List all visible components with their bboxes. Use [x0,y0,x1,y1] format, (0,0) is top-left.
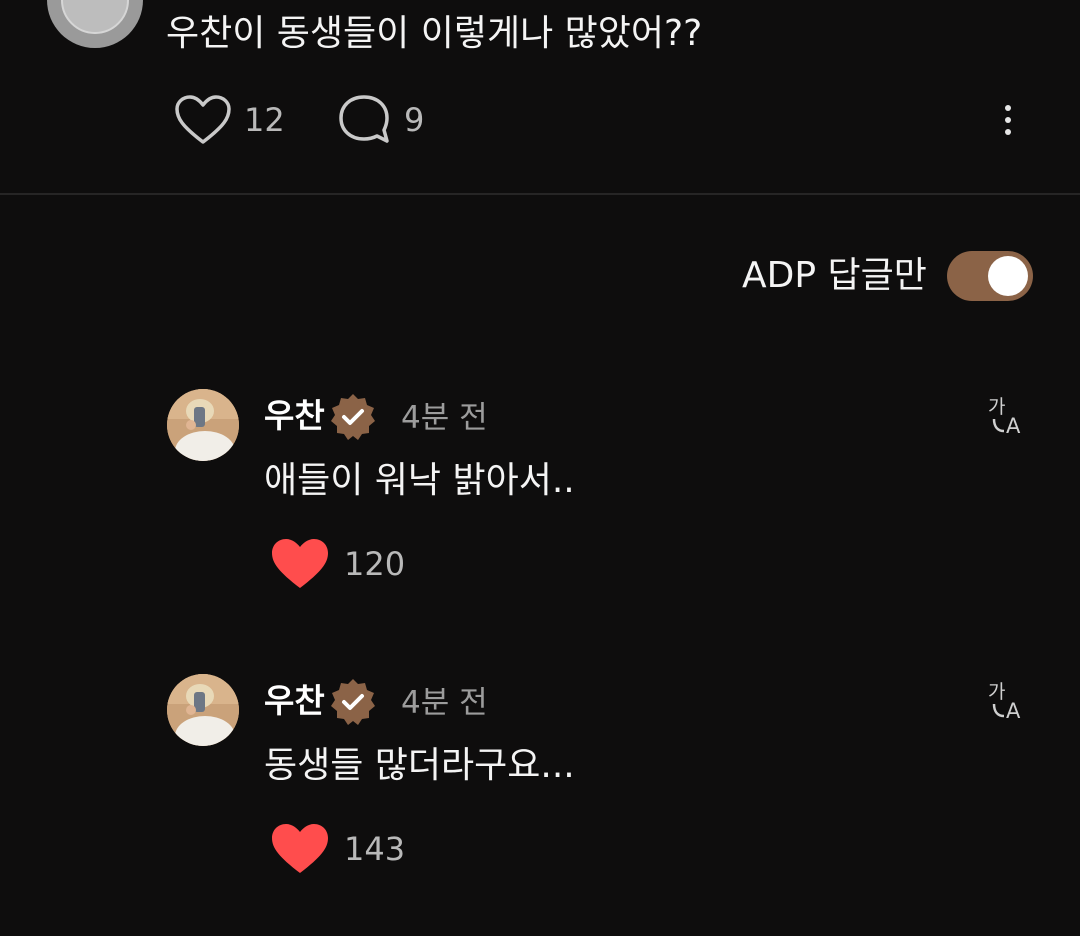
reply-text: 동생들 많더라구요... [264,745,575,786]
divider [0,193,1080,195]
post-comment-count: 9 [404,101,425,139]
svg-text:가: 가 [988,396,1005,418]
avatar-image [61,0,129,34]
heart-filled-icon [272,539,328,588]
dot [1005,117,1011,123]
heart-filled-icon [272,824,328,873]
speech-bubble-icon [339,95,389,143]
verified-badge-icon [331,679,375,725]
reply-like-count: 120 [344,545,406,583]
adp-replies-only-toggle[interactable] [947,251,1033,301]
post-text: 우찬이 동생들이 이렇게나 많았어?? [166,13,703,54]
post-comment-button[interactable]: 9 [336,92,424,148]
heart-outline-icon [175,95,231,144]
reply-text: 애들이 워낙 밝아서.. [264,460,575,501]
translate-icon[interactable]: 가 A [986,678,1030,722]
post-author-avatar[interactable] [47,0,143,48]
post-like-button[interactable]: 12 [174,92,285,148]
reply-timestamp: 4분 전 [401,400,488,436]
reply-author-name[interactable]: 우찬 [264,677,325,725]
adp-replies-only-label: ADP 답글만 [742,255,927,296]
svg-text:가: 가 [988,681,1005,703]
svg-text:A: A [1006,699,1021,722]
post-like-count: 12 [244,101,285,139]
verified-badge-icon [331,394,375,440]
reply-author-name[interactable]: 우찬 [264,392,325,440]
dot [1005,129,1011,135]
translate-icon[interactable]: 가 A [986,393,1030,437]
reply-timestamp: 4분 전 [401,685,488,721]
avatar-image [167,674,239,746]
reply-author-avatar[interactable] [167,674,239,746]
svg-text:A: A [1006,414,1021,437]
more-options-button[interactable] [990,96,1026,144]
toggle-knob [988,256,1028,296]
reply-like-button[interactable]: 120 [270,536,405,592]
vertical-dots-icon [1005,105,1011,111]
reply-like-count: 143 [344,830,406,868]
reply-like-button[interactable]: 143 [270,821,405,877]
avatar-image [167,389,239,461]
reply-author-avatar[interactable] [167,389,239,461]
